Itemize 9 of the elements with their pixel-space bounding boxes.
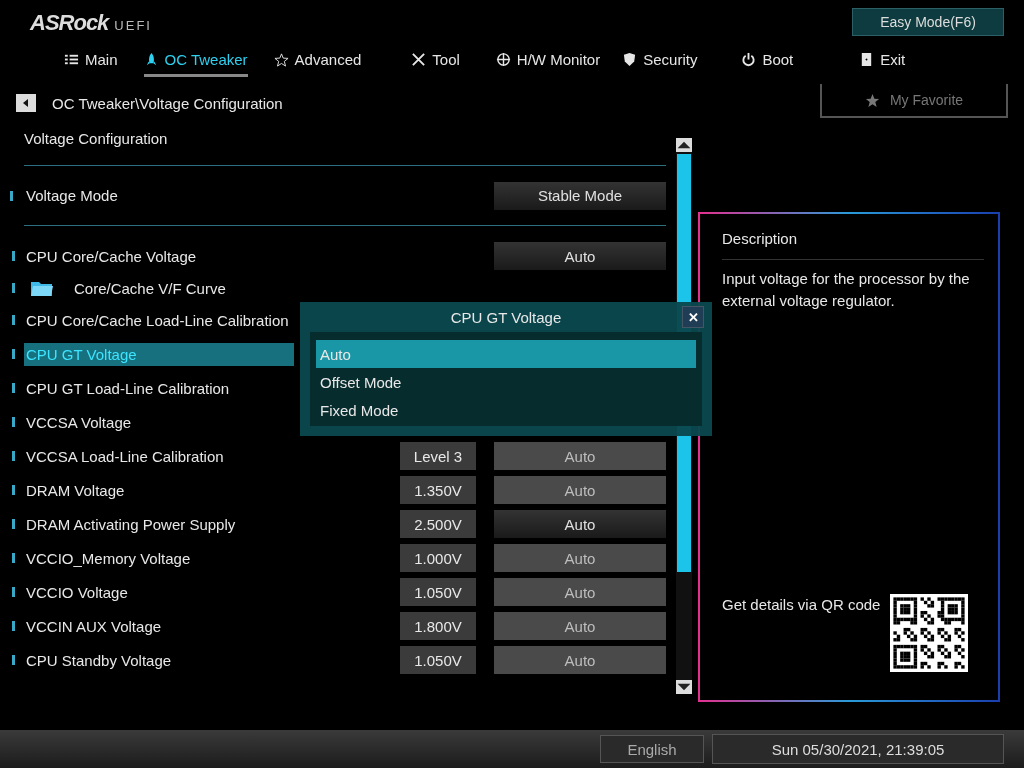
date-time: Sun 05/30/2021, 21:39:05: [712, 734, 1004, 764]
description-text: Input voltage for the processor by the external voltage regulator.: [722, 269, 971, 311]
popup-title: CPU GT Voltage: [450, 308, 562, 326]
qr-caption: Get details via QR code: [722, 595, 882, 615]
logo-subtitle: UEFI: [114, 18, 152, 33]
section-title: Voltage Configuration: [24, 130, 168, 147]
breadcrumb: OC Tweaker\Voltage Configuration: [52, 94, 283, 112]
brand-logo: ASRock: [30, 10, 109, 36]
description-title: Description: [722, 230, 984, 260]
